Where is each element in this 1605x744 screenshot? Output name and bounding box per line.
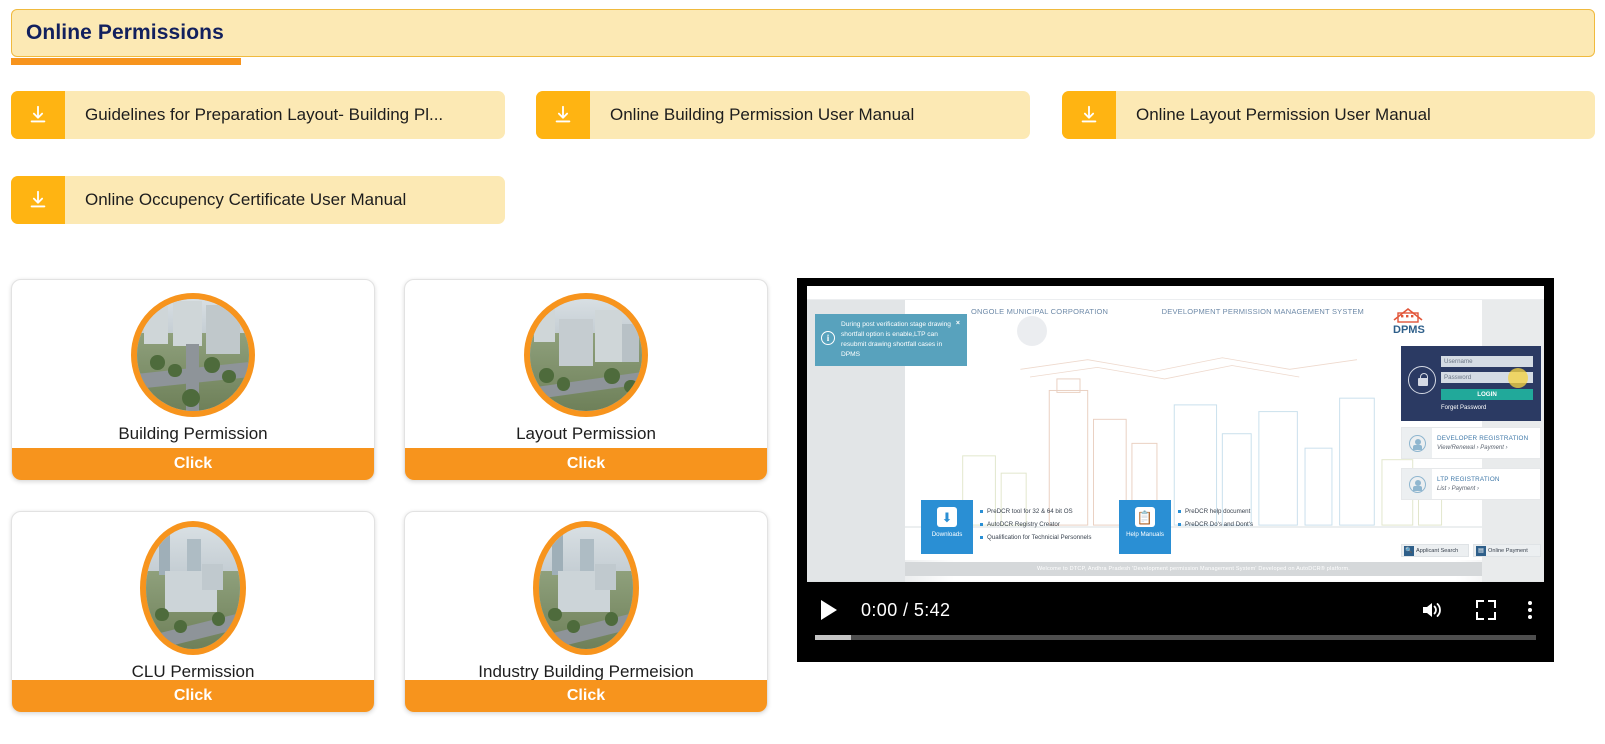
info-tooltip: i × During post verification stage drawi… [815, 314, 967, 366]
list-item[interactable]: PreDCR tool for 32 & 64 bit OS [980, 508, 1091, 515]
system-name: DEVELOPMENT PERMISSION MANAGEMENT SYSTEM [1161, 307, 1364, 316]
play-button[interactable] [821, 600, 837, 620]
video-page-footer: Welcome to DTCP, Andhra Pradesh 'Develop… [905, 562, 1482, 576]
list-item[interactable]: AutoDCR Registry Creator [980, 521, 1091, 528]
info-icon: i [821, 331, 835, 345]
card-title: Layout Permission [516, 424, 656, 443]
card-click-button[interactable]: Click [405, 680, 767, 712]
registration-links[interactable]: View/Renewal › Payment › [1437, 445, 1528, 451]
login-button[interactable]: LOGIN [1441, 389, 1533, 400]
close-icon[interactable]: × [956, 319, 960, 329]
mouse-highlight-cursor [1508, 368, 1528, 388]
developer-registration-row[interactable]: DEVELOPER REGISTRATION View/Renewal › Pa… [1401, 427, 1541, 459]
download-button-guidelines[interactable]: Guidelines for Preparation Layout- Build… [11, 91, 505, 139]
permission-card-industry-building[interactable]: Industry Building Permeision Click [404, 511, 768, 713]
video-controls: 0:00 / 5:42 [797, 580, 1554, 662]
online-payment-label: Online Payment [1488, 547, 1528, 554]
online-payment-button[interactable]: ▤ Online Payment [1473, 544, 1541, 557]
clipboard-icon: 📋 Help Manuals [1119, 500, 1171, 554]
download-label: Online Occupency Certificate User Manual [85, 190, 407, 209]
registration-heading: DEVELOPER REGISTRATION [1437, 435, 1529, 442]
list-item[interactable]: PreDCR help document [1178, 508, 1253, 515]
svg-text:DPMS: DPMS [1393, 324, 1425, 336]
download-label: Online Layout Permission User Manual [1136, 105, 1431, 124]
download-icon [536, 91, 590, 139]
download-button-layout-permission-manual[interactable]: Online Layout Permission User Manual [1062, 91, 1595, 139]
time-display: 0:00 / 5:42 [861, 599, 951, 620]
ltp-registration-row[interactable]: LTP REGISTRATION List › Payment › [1401, 468, 1541, 500]
video-page-bottom-links: 🔍 Applicant Search ▤ Online Payment [1401, 544, 1541, 557]
downloads-panel[interactable]: ⬇ Downloads PreDCR tool for 32 & 64 bit … [921, 500, 1091, 554]
registration-links[interactable]: List › Payment › [1437, 486, 1500, 492]
registration-heading: LTP REGISTRATION [1437, 476, 1500, 483]
clu-permission-thumbnail [140, 521, 246, 655]
download-button-occupency-certificate-manual[interactable]: Online Occupency Certificate User Manual [11, 176, 505, 224]
downloads-panel-list: PreDCR tool for 32 & 64 bit OS AutoDCR R… [973, 500, 1091, 554]
download-button-building-permission-manual[interactable]: Online Building Permission User Manual [536, 91, 1030, 139]
username-field[interactable]: Username [1441, 356, 1533, 367]
search-icon: 🔍 [1404, 545, 1414, 556]
tooltip-text: During post verification stage drawing s… [841, 321, 951, 358]
help-manuals-panel-title: Help Manuals [1126, 531, 1164, 538]
permission-card-layout[interactable]: Layout Permission Click [404, 279, 768, 481]
dpms-logo-icon: DPMS [1388, 304, 1446, 338]
page-title: Online Permissions [26, 21, 224, 44]
permission-card-clu[interactable]: CLU Permission Click [11, 511, 375, 713]
layout-permission-thumbnail [524, 293, 648, 417]
industry-building-permeision-thumbnail [533, 521, 639, 655]
card-icon: ▤ [1476, 545, 1486, 556]
permission-card-building[interactable]: Building Permission Click [11, 279, 375, 481]
video-player[interactable]: ONGOLE MUNICIPAL CORPORATION DEVELOPMENT… [797, 278, 1554, 662]
video-site-header: ONGOLE MUNICIPAL CORPORATION DEVELOPMENT… [905, 300, 1482, 352]
download-icon [11, 176, 65, 224]
video-content: ONGOLE MUNICIPAL CORPORATION DEVELOPMENT… [807, 286, 1544, 582]
forget-password-link[interactable]: Forget Password [1441, 405, 1486, 411]
user-icon [1402, 428, 1432, 458]
card-title: CLU Permission [131, 662, 255, 681]
video-page-topbar [807, 286, 1544, 300]
title-underline [11, 58, 241, 65]
card-title: Industry Building Permeision [478, 662, 694, 681]
list-item[interactable]: Qualification for Technicial Personnels [980, 534, 1091, 541]
download-icon [1062, 91, 1116, 139]
applicant-search-label: Applicant Search [1416, 547, 1459, 554]
lock-icon [1408, 366, 1436, 394]
municipality-name: ONGOLE MUNICIPAL CORPORATION [971, 307, 1109, 316]
more-options-button[interactable] [1528, 601, 1532, 619]
municipal-seal-icon [1017, 316, 1047, 346]
downloads-panel-title: Downloads [931, 531, 963, 538]
building-permission-thumbnail [131, 293, 255, 417]
download-label: Online Building Permission User Manual [610, 105, 915, 124]
video-progress-bar[interactable] [815, 635, 1536, 640]
list-item[interactable]: PreDCR Do's and Dont's [1178, 521, 1253, 528]
card-title: Building Permission [118, 424, 268, 443]
help-manuals-panel-list: PreDCR help document PreDCR Do's and Don… [1171, 500, 1253, 554]
card-click-button[interactable]: Click [12, 448, 374, 480]
card-click-button[interactable]: Click [12, 680, 374, 712]
applicant-search-button[interactable]: 🔍 Applicant Search [1401, 544, 1469, 557]
download-label: Guidelines for Preparation Layout- Build… [85, 105, 444, 124]
user-icon [1402, 469, 1432, 499]
download-box-icon: ⬇ Downloads [921, 500, 973, 554]
volume-button[interactable] [1420, 599, 1444, 621]
download-icon [11, 91, 65, 139]
fullscreen-button[interactable] [1476, 600, 1496, 620]
online-permissions-page: Online Permissions Guidelines for Prepar… [0, 0, 1605, 744]
help-manuals-panel[interactable]: 📋 Help Manuals PreDCR help document PreD… [1119, 500, 1253, 554]
card-click-button[interactable]: Click [405, 448, 767, 480]
page-banner: Online Permissions [11, 9, 1595, 57]
video-progress-buffered [815, 635, 852, 640]
login-panel: Username Password LOGIN Forget Password [1401, 346, 1541, 421]
